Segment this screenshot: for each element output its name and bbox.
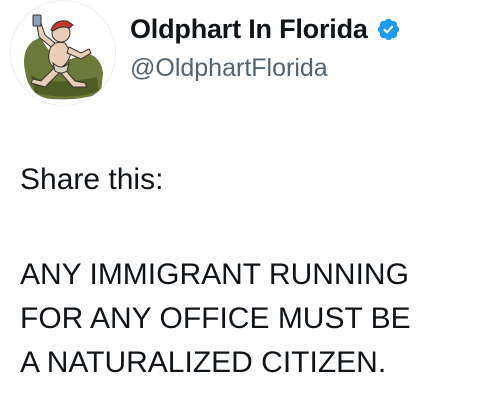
tweet-text-line: Share this: [20, 163, 164, 196]
author-avatar[interactable] [10, 0, 116, 106]
cartoon-old-man-avatar-icon [24, 14, 103, 100]
author-name-row: Oldphart In Florida [130, 14, 401, 45]
author-handle[interactable]: @OldphartFlorida [130, 54, 328, 83]
author-display-name[interactable]: Oldphart In Florida [130, 14, 368, 45]
tweet-text-line: A NATURALIZED CITIZEN. [20, 346, 387, 379]
tweet-text-line: ANY IMMIGRANT RUNNING [20, 258, 409, 291]
tweet: Oldphart In Florida @OldphartFlorida Sha… [0, 0, 500, 412]
tweet-text-line: FOR ANY OFFICE MUST BE [20, 302, 411, 335]
verified-badge-icon [376, 17, 401, 42]
